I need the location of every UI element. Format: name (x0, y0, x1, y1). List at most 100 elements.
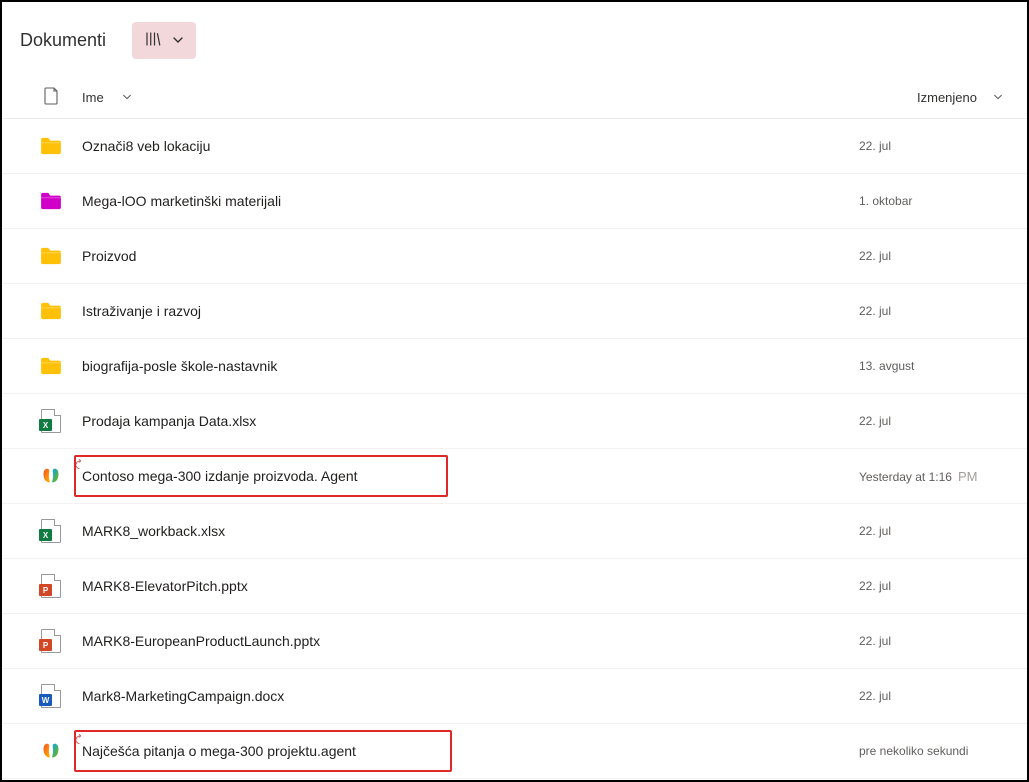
item-name: Istraživanje i razvoj (82, 303, 201, 319)
item-name-cell[interactable]: Prodaja kampanja Data.xlsx (82, 413, 859, 429)
file-icon (44, 87, 59, 108)
item-modified: 1. oktobar (859, 194, 912, 208)
item-name-cell[interactable]: MARK8_workback.xlsx (82, 523, 859, 539)
column-header-modified[interactable]: Izmenjeno (859, 90, 1009, 105)
item-date-cell: 22. jul (859, 689, 1009, 703)
item-modified: 22. jul (859, 139, 891, 153)
chevron-down-icon (983, 90, 1003, 105)
item-modified: 22. jul (859, 579, 891, 593)
folder-icon (40, 357, 62, 375)
item-name: Proizvod (82, 248, 136, 264)
item-name: MARK8-EuropeanProductLaunch.pptx (82, 633, 320, 649)
folder-icon (40, 137, 62, 155)
item-name-cell[interactable]: Označi8 veb lokaciju (82, 138, 859, 154)
folder-icon (40, 247, 62, 265)
list-item[interactable]: ⤾ Contoso mega-300 izdanje proizvoda. Ag… (2, 449, 1027, 504)
item-modified: 22. jul (859, 524, 891, 538)
item-modified: 13. avgust (859, 359, 914, 373)
item-modified: Yesterday at 1:16 (859, 470, 952, 484)
item-name: biografija-posle škole-nastavnik (82, 358, 277, 374)
list-item[interactable]: X Prodaja kampanja Data.xlsx 22. jul (2, 394, 1027, 449)
list-item[interactable]: ⤾ Najčešća pitanja o mega-300 projektu.a… (2, 724, 1027, 779)
list-item[interactable]: X MARK8_workback.xlsx 22. jul (2, 504, 1027, 559)
item-icon-cell: P (20, 629, 82, 653)
header-bar: Dokumenti (2, 2, 1027, 77)
item-date-cell: 22. jul (859, 139, 1009, 153)
item-modified: 22. jul (859, 689, 891, 703)
list-item[interactable]: Mega-lOO marketinški materijali 1. oktob… (2, 174, 1027, 229)
item-icon-cell (20, 357, 82, 375)
item-name: MARK8_workback.xlsx (82, 523, 225, 539)
item-date-cell: 1. oktobar (859, 194, 1009, 208)
item-icon-cell: P (20, 574, 82, 598)
item-date-cell: 22. jul (859, 579, 1009, 593)
item-date-cell: 13. avgust (859, 359, 1009, 373)
copilot-icon (40, 465, 62, 487)
list-item[interactable]: Označi8 veb lokaciju 22. jul (2, 119, 1027, 174)
item-name-cell[interactable]: ⤾ Contoso mega-300 izdanje proizvoda. Ag… (82, 468, 859, 484)
item-modified-suffix: PM (958, 469, 978, 484)
chevron-down-icon (112, 90, 132, 105)
item-name: Mark8-MarketingCampaign.docx (82, 688, 284, 704)
item-name-cell[interactable]: Mega-lOO marketinški materijali (82, 193, 859, 209)
item-icon-cell: X (20, 519, 82, 543)
excel-file-icon: X (41, 409, 61, 433)
view-selector-button[interactable] (132, 22, 196, 59)
item-modified: 22. jul (859, 304, 891, 318)
list-item[interactable]: P MARK8-EuropeanProductLaunch.pptx 22. j… (2, 614, 1027, 669)
item-date-cell: 22. jul (859, 249, 1009, 263)
powerpoint-file-icon: P (41, 574, 61, 598)
item-modified: 22. jul (859, 634, 891, 648)
item-icon-cell (20, 740, 82, 762)
column-header-name-label: Ime (82, 90, 104, 105)
item-date-cell: pre nekoliko sekundi (859, 744, 1009, 758)
folder-icon (40, 302, 62, 320)
column-header-type[interactable] (20, 87, 82, 108)
list-item[interactable]: W Mark8-MarketingCampaign.docx 22. jul (2, 669, 1027, 724)
item-icon-cell (20, 302, 82, 320)
item-name: Contoso mega-300 izdanje proizvoda. Agen… (82, 468, 358, 484)
item-date-cell: Yesterday at 1:16 PM (859, 469, 1009, 484)
item-name: Najčešća pitanja o mega-300 projektu.age… (82, 743, 356, 759)
list-item[interactable]: biografija-posle škole-nastavnik 13. avg… (2, 339, 1027, 394)
item-name-cell[interactable]: MARK8-ElevatorPitch.pptx (82, 578, 859, 594)
item-date-cell: 22. jul (859, 414, 1009, 428)
item-name-cell[interactable]: Istraživanje i razvoj (82, 303, 859, 319)
list-item[interactable]: Proizvod 22. jul (2, 229, 1027, 284)
item-name: Mega-lOO marketinški materijali (82, 193, 281, 209)
list-item[interactable]: P MARK8-ElevatorPitch.pptx 22. jul (2, 559, 1027, 614)
item-modified: 22. jul (859, 249, 891, 263)
item-modified: pre nekoliko sekundi (859, 744, 968, 758)
excel-file-icon: X (41, 519, 61, 543)
column-header-modified-label: Izmenjeno (917, 90, 977, 105)
column-header-name[interactable]: Ime (82, 90, 859, 105)
folder-icon (40, 192, 62, 210)
item-name: Prodaja kampanja Data.xlsx (82, 413, 256, 429)
item-name: Označi8 veb lokaciju (82, 138, 210, 154)
item-name-cell[interactable]: biografija-posle škole-nastavnik (82, 358, 859, 374)
library-icon (144, 30, 162, 51)
item-icon-cell (20, 137, 82, 155)
chevron-down-icon (172, 33, 184, 49)
item-name-cell[interactable]: MARK8-EuropeanProductLaunch.pptx (82, 633, 859, 649)
item-name-cell[interactable]: Mark8-MarketingCampaign.docx (82, 688, 859, 704)
item-modified: 22. jul (859, 414, 891, 428)
item-icon-cell (20, 465, 82, 487)
item-date-cell: 22. jul (859, 304, 1009, 318)
library-title: Dokumenti (20, 30, 106, 51)
word-file-icon: W (41, 684, 61, 708)
powerpoint-file-icon: P (41, 629, 61, 653)
item-name: MARK8-ElevatorPitch.pptx (82, 578, 248, 594)
copilot-icon (40, 740, 62, 762)
item-date-cell: 22. jul (859, 634, 1009, 648)
file-list: Označi8 veb lokaciju 22. jul Mega-lOO ma… (2, 119, 1027, 779)
item-name-cell[interactable]: Proizvod (82, 248, 859, 264)
item-icon-cell (20, 192, 82, 210)
list-item[interactable]: Istraživanje i razvoj 22. jul (2, 284, 1027, 339)
item-name-cell[interactable]: ⤾ Najčešća pitanja o mega-300 projektu.a… (82, 743, 859, 759)
item-icon-cell (20, 247, 82, 265)
item-icon-cell: W (20, 684, 82, 708)
item-icon-cell: X (20, 409, 82, 433)
column-header-row: Ime Izmenjeno (2, 77, 1027, 119)
item-date-cell: 22. jul (859, 524, 1009, 538)
